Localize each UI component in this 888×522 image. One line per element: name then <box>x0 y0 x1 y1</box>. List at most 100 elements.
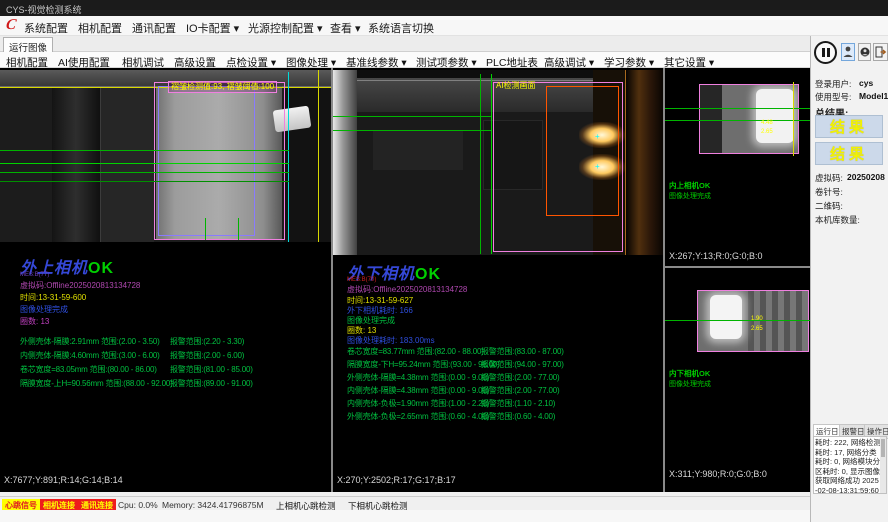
log-scrollbar[interactable] <box>880 437 886 493</box>
overlay-cyan-line <box>288 72 289 242</box>
process-done-line: 图像处理完成 <box>669 191 711 201</box>
turns-line: 圈数: 13 <box>20 316 49 327</box>
machine-silver-column <box>333 70 357 255</box>
machine-column-left <box>52 88 100 242</box>
user-login-button[interactable] <box>841 43 855 61</box>
process-done-line: 图像处理完成 <box>669 379 711 389</box>
pixel-coordinates: X:267;Y:13;R:0;G:0;B:0 <box>669 251 763 261</box>
cpu-usage: Cpu: 0.0% <box>118 500 158 510</box>
alarm-range: 报警范围:(2.20 - 3.30) <box>170 336 244 347</box>
overlay-green-line <box>0 150 289 151</box>
camera-image-inner-upper <box>699 84 799 154</box>
measurement-value: 隔膜宽度-上H=90.56mm 范围:(88.00 - 92.00) <box>20 378 173 389</box>
status-bar: 心跳信号 相机连接 通讯连接 Cpu: 0.0% Memory: 3424.41… <box>0 496 810 510</box>
camera-view-outer-upper[interactable]: 褶皱检测值:93, 褶皱阈值:100 外上相机OK MES:B(77) 虚拟码:… <box>0 68 331 492</box>
measurement-value: 卷芯宽度=83.05mm 范围:(80.00 - 86.00) <box>20 364 157 375</box>
menu-item-io-config[interactable]: IO卡配置 ▾ <box>186 20 239 36</box>
overlay-green-line-vertical <box>491 74 492 254</box>
alarm-range: 报警范围:(94.00 - 97.00) <box>481 359 564 370</box>
login-user-value: cys <box>859 78 873 88</box>
menu-item-camera-config[interactable]: 相机配置 <box>78 20 122 36</box>
alarm-range: 报警范围:(2.00 - 77.00) <box>481 385 559 396</box>
overlay-green-line <box>665 108 810 109</box>
measurement-value: 内侧壳体-负极=1.90mm 范围:(1.00 - 2.20) <box>347 398 489 409</box>
alarm-range: 报警范围:(0.60 - 4.00) <box>481 411 555 422</box>
measurement-value: 外侧壳体-隔膜=4.38mm 范围:(0.00 - 9.00) <box>347 372 489 383</box>
virtual-code-label: 虚拟码: <box>815 172 843 184</box>
window-titlebar: CYS-视觉检测系统 <box>0 0 888 16</box>
camera-view-inner-upper[interactable]: 4.48 2.65 内上相机OK 图像处理完成 X:267;Y:13;R:0;G… <box>665 68 810 266</box>
account-icon <box>860 47 870 57</box>
camera-status-ok: OK <box>88 260 114 277</box>
model-value: Model1 <box>859 91 888 101</box>
pause-icon <box>827 48 830 57</box>
exit-button[interactable] <box>873 43 888 61</box>
overlay-green-tick <box>238 218 239 240</box>
process-done-line: 图像处理完成 <box>20 304 68 315</box>
log-text: 耗时: 222, 网络检测耗时: 17, 网络分类耗时: 0, 网络模块分区耗时… <box>815 438 881 494</box>
measurement-value: 外侧壳体-隔膜:2.91mm 范围:(2.00 - 3.50) <box>20 336 160 347</box>
overlay-green-line <box>665 120 810 121</box>
log-panel: 耗时: 222, 网络检测耗时: 17, 网络分类耗时: 0, 网络模块分区耗时… <box>813 436 887 494</box>
mes-line: MES:B(77) <box>20 272 49 278</box>
account-button[interactable] <box>858 43 871 61</box>
measure-mark: 1.90 <box>751 316 763 322</box>
tab-run-image[interactable]: 运行图像 <box>3 37 53 52</box>
virtual-code-line: 虚拟码:Offline2025020813134728 <box>347 284 467 295</box>
ai-view-label: AI检测画面 <box>496 80 536 91</box>
machine-column-mid <box>100 88 154 242</box>
qrcode-label: 二维码: <box>815 200 843 212</box>
pause-icon <box>822 48 825 57</box>
overlay-green-line <box>0 172 289 173</box>
pixel-coordinates: X:7677;Y:891;R:14;G:14;B:14 <box>4 475 123 485</box>
alarm-range: 报警范围:(1.10 - 2.10) <box>481 398 555 409</box>
overlay-green-line <box>333 130 491 131</box>
result-badge-upper: 结果 <box>815 115 883 138</box>
measurement-value: 隔膜宽度-下H=95.24mm 范围:(93.00 - 98.00) <box>347 359 500 370</box>
exit-door-icon <box>875 46 887 58</box>
menu-item-language-switch[interactable]: 系统语言切换 <box>368 20 434 36</box>
measurement-value: 内侧壳体-隔膜=4.38mm 范围:(0.00 - 9.00) <box>347 385 489 396</box>
pause-button[interactable] <box>814 41 837 64</box>
measurement-value: 内侧壳体-隔膜:4.60mm 范围:(3.00 - 6.00) <box>20 350 160 361</box>
memory-usage: Memory: 3424.41796875M <box>162 500 264 510</box>
cyan-marker-icon: + <box>595 132 600 141</box>
app-logo-icon: C <box>5 17 17 34</box>
overlay-green-line <box>665 320 810 321</box>
measurement-value: 外侧壳体-负极=2.65mm 范围:(0.60 - 4.00) <box>347 411 489 422</box>
window-title: CYS-视觉检测系统 <box>6 3 82 16</box>
camera-status-ok: OK <box>415 266 441 283</box>
camera-view-outer-lower[interactable]: + + AI检测画面 外下相机OK MES:B(70) 虚拟码:Offline2… <box>333 68 663 492</box>
menu-item-system-config[interactable]: 系统配置 <box>24 20 68 36</box>
pixel-coordinates: X:270;Y:2502;R:17;G:17;B:17 <box>337 475 456 485</box>
toolbar: 相机配置 AI使用配置 相机调试 高级设置 点检设置 ▾ 图像处理 ▾ 基准线参… <box>0 52 810 68</box>
alarm-range: 报警范围:(2.00 - 6.00) <box>170 350 244 361</box>
scrollbar-thumb[interactable] <box>881 439 885 457</box>
overlay-yellow-line <box>793 82 794 156</box>
copper-column <box>625 70 663 255</box>
overlay-roi-rect-orange <box>546 86 619 216</box>
overlay-roi-rect-purple <box>158 86 255 236</box>
tab-strip: 运行图像 <box>0 36 810 52</box>
measure-mark: 2.65 <box>761 129 773 135</box>
menu-item-view[interactable]: 查看 ▾ <box>330 20 361 36</box>
menu-item-comm-config[interactable]: 通讯配置 <box>132 20 176 36</box>
virtual-code-value: 20250208 <box>847 172 885 182</box>
alarm-range: 报警范围:(89.00 - 91.00) <box>170 378 253 389</box>
camera-view-inner-lower[interactable]: 1.90 2.65 内下相机OK 图像处理完成 X:311;Y:980;R:0;… <box>665 268 810 492</box>
overlay-green-line-vertical <box>480 74 481 254</box>
camera-result-line: 内下相机OK <box>669 368 710 379</box>
measurement-value: 卷芯宽度=83.77mm 范围:(82.00 - 88.00) <box>347 346 484 357</box>
reel-number-label: 卷针号: <box>815 186 843 198</box>
right-panel: 登录用户: cys 使用型号: Model1 总结果: 结果 结果 虚拟码: 2… <box>810 36 888 522</box>
bright-part-blob <box>710 295 742 339</box>
model-label: 使用型号: <box>815 91 851 103</box>
library-count-label: 本机库数量: <box>815 214 860 226</box>
machine-edge-highlight <box>357 80 593 81</box>
alarm-range: 报警范围:(81.00 - 85.00) <box>170 364 253 375</box>
cyan-marker-icon: + <box>595 162 600 171</box>
camera-views-container: 褶皱检测值:93, 褶皱阈值:100 外上相机OK MES:B(77) 虚拟码:… <box>0 68 810 492</box>
machine-block <box>373 130 463 170</box>
measure-mark: 4.48 <box>761 120 773 126</box>
menu-item-light-config[interactable]: 光源控制配置 ▾ <box>248 20 323 36</box>
